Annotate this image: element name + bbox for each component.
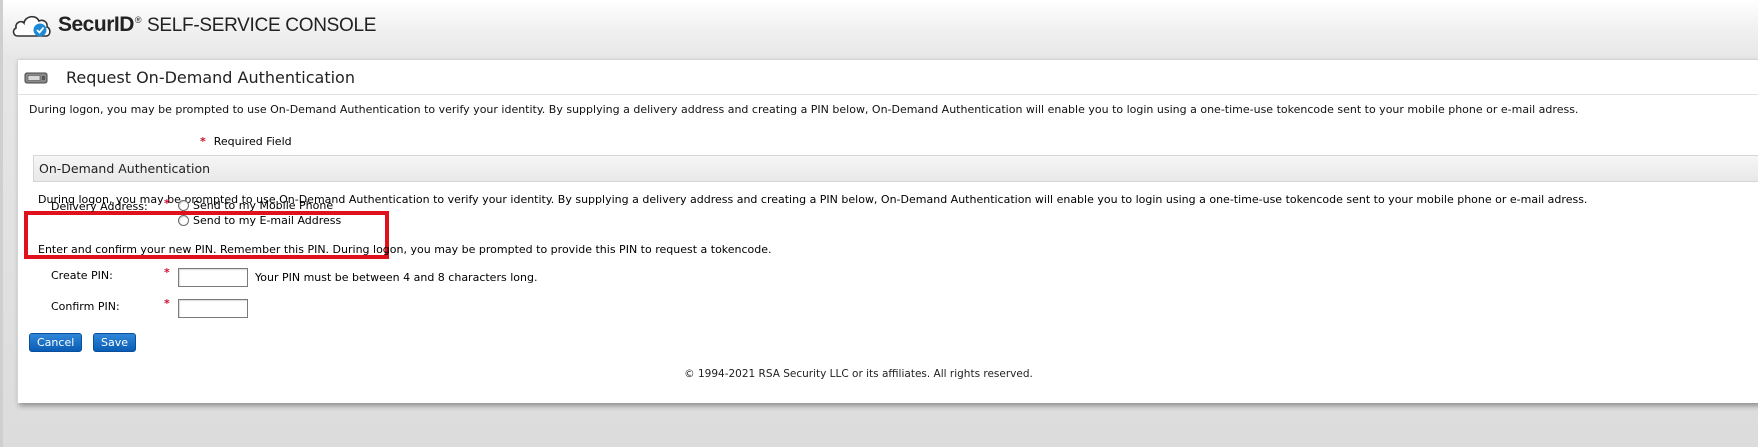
radio-email-address[interactable]: Send to my E-mail Address xyxy=(178,214,341,227)
brand-name: SecurID® xyxy=(58,13,142,36)
confirm-pin-input[interactable] xyxy=(178,299,248,318)
confirm-pin-label: Confirm PIN: xyxy=(51,300,120,313)
pin-instructions: Enter and confirm your new PIN. Remember… xyxy=(38,243,772,256)
console-name: SELF-SERVICE CONSOLE xyxy=(147,15,377,36)
token-device-icon xyxy=(24,70,50,84)
request-panel: Request On-Demand Authentication During … xyxy=(17,59,1758,403)
radio-button[interactable] xyxy=(178,215,189,226)
radio-label-mobile: Send to my Mobile Phone xyxy=(193,199,334,212)
page-title: Request On-Demand Authentication xyxy=(66,67,355,87)
section-title: On-Demand Authentication xyxy=(39,161,211,176)
radio-label-email: Send to my E-mail Address xyxy=(193,214,342,227)
radio-button[interactable] xyxy=(178,200,189,211)
section-header: On-Demand Authentication xyxy=(33,155,1758,182)
required-field-label: Required Field xyxy=(213,135,292,148)
delivery-address-label: Delivery Address: xyxy=(51,200,148,213)
app-header: SecurID® SELF-SERVICE CONSOLE xyxy=(12,8,376,42)
app-title: SecurID® SELF-SERVICE CONSOLE xyxy=(58,13,376,37)
radio-mobile-phone[interactable]: Send to my Mobile Phone xyxy=(178,199,333,212)
create-pin-input[interactable] xyxy=(178,268,248,287)
create-pin-label: Create PIN: xyxy=(51,269,113,282)
pin-length-hint: Your PIN must be between 4 and 8 charact… xyxy=(255,271,538,284)
cloud-check-logo-icon xyxy=(12,10,54,40)
cancel-button[interactable]: Cancel xyxy=(29,333,83,352)
copyright-footer: © 1994-2021 RSA Security LLC or its affi… xyxy=(684,368,1033,380)
required-field-note: * Required Field xyxy=(200,135,292,148)
required-star: * xyxy=(164,297,170,310)
save-button[interactable]: Save xyxy=(93,333,137,352)
intro-text: During logon, you may be prompted to use… xyxy=(29,103,1579,116)
required-star: * xyxy=(164,266,170,279)
required-star: * xyxy=(164,197,170,210)
panel-title-bar: Request On-Demand Authentication xyxy=(18,60,1758,95)
required-star: * xyxy=(200,135,206,148)
